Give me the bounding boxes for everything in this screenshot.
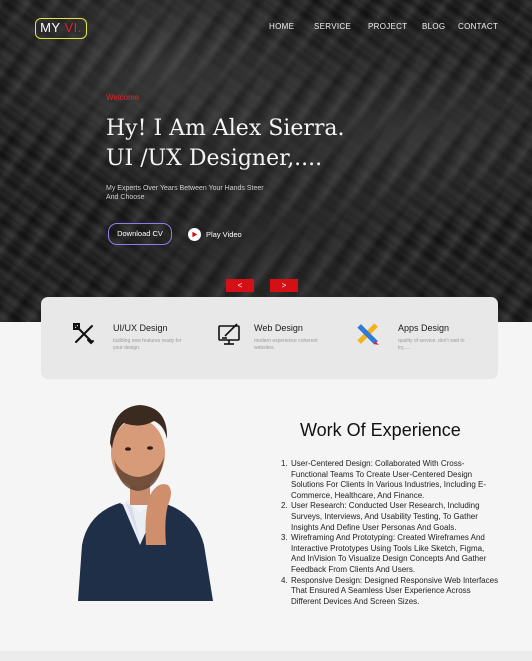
experience-list: 1. User-Centered Design: Collaborated Wit… [281,459,499,607]
design-tools-icon [73,323,94,345]
hero-tagline: My Experts Over Years Between Your Hands… [106,185,264,201]
experience-title: Work Of Experience [300,420,461,440]
headline-line-1: Hy! I Am Alex Sierra. [106,116,345,141]
service-web[interactable]: Web Design modern experience coherent we… [217,317,327,357]
footer-divider [0,651,532,661]
service-desc: quality of service. don't wait to try,..… [398,338,465,351]
list-item: 2. User Research: Conducted User Research… [281,501,480,532]
nav-home[interactable]: HOME [269,22,294,31]
headline-line-2: UI /UX Designer,.... [106,146,323,171]
service-apps[interactable]: Apps Design quality of service. don't wa… [355,317,475,357]
nav-service[interactable]: SERVICE [314,22,351,31]
service-desc: modern experience coherent websites. [254,338,318,351]
service-uiux[interactable]: UI/UX Design building new features ready… [71,317,181,357]
nav-project[interactable]: PROJECT [368,22,407,31]
list-item: 4. Responsive Design: Designed Responsive… [281,575,499,606]
service-title: Apps Design [398,323,450,333]
play-icon [188,228,201,241]
download-cv-button[interactable]: Download CV [108,223,172,245]
list-item: 3. Wireframing And Prototyping: Created W… [281,533,487,574]
list-item: 1. User-Centered Design: Collaborated Wit… [281,459,487,500]
service-title: UI/UX Design [113,323,168,333]
service-title: Web Design [254,323,303,333]
nav-blog[interactable]: BLOG [422,22,445,31]
play-video-button[interactable]: Play Video [188,228,242,241]
pencil-ruler-icon [357,323,379,345]
next-slide-button[interactable]: > [270,279,298,292]
prev-slide-button[interactable]: < [226,279,254,292]
hero-headline: Hy! I Am Alex Sierra. UI /UX Designer,..… [106,114,426,174]
services-card: UI/UX Design building new features ready… [41,297,498,379]
monitor-pen-icon [218,323,240,345]
play-video-label: Play Video [206,230,242,239]
welcome-text: Welcome [106,93,140,102]
hero-section: MY VI. HOME SERVICE PROJECT BLOG CONTACT… [0,0,532,322]
main-nav: HOME SERVICE PROJECT BLOG CONTACT [0,22,532,34]
service-desc: building new features ready for your des… [113,338,182,351]
nav-contact[interactable]: CONTACT [458,22,498,31]
